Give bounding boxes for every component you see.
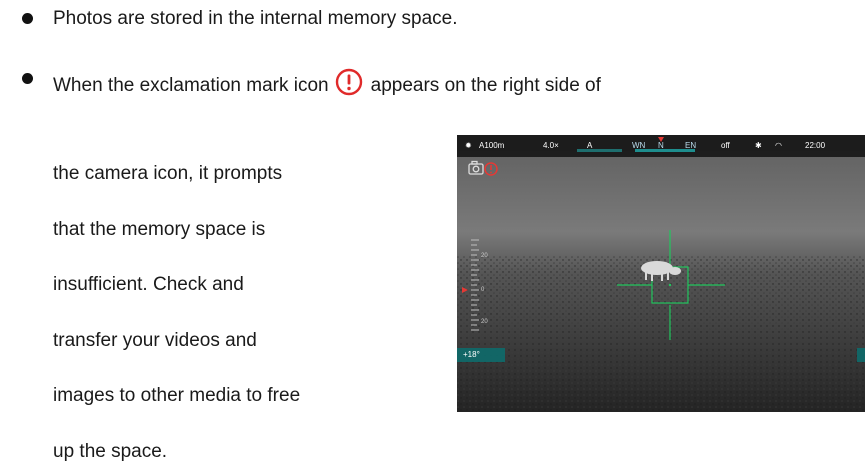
thermal-scene — [457, 135, 865, 412]
scale-mid-label: 0 — [481, 287, 485, 293]
bullet-text: When the exclamation mark icon appears on… — [53, 68, 601, 104]
bullet-text-start: When the exclamation mark icon — [53, 75, 329, 97]
paragraph-line: up the space. — [53, 441, 168, 462]
zoom-readout: 4.0× — [543, 141, 559, 150]
bullet-dot — [22, 73, 33, 84]
paragraph-line: insufficient. Check and — [53, 274, 244, 295]
thermal-view-screenshot: ✹ A100m 4.0× A WN N EN off ✱ ◠ 22:00 20 … — [457, 135, 865, 412]
scale-bottom-label: 20 — [481, 319, 488, 325]
compass-en: EN — [685, 141, 697, 150]
bullet-dot — [22, 13, 33, 24]
paragraph-line: images to other media to free — [53, 385, 301, 406]
wifi-off-label: off — [721, 141, 730, 150]
brightness-icon: ✹ — [465, 141, 472, 150]
bullet-text-end: appears on the right side of — [370, 75, 601, 97]
bluetooth-icon: ✱ — [755, 141, 762, 150]
paragraph-line: transfer your videos and — [53, 330, 257, 351]
paragraph-line: that the memory space is — [53, 219, 266, 240]
wifi-icon: ◠ — [775, 141, 782, 150]
paragraph-line: the camera icon, it prompts — [53, 163, 283, 184]
compass-wn: WN — [632, 141, 646, 150]
hud-overlay: ✹ A100m 4.0× A WN N EN off ✱ ◠ 22:00 — [457, 135, 865, 157]
mode-readout: A — [587, 141, 593, 150]
exclamation-circle-icon — [335, 68, 363, 102]
clock-readout: 22:00 — [805, 141, 826, 150]
angle-readout: +18° — [463, 350, 480, 359]
compass-n: N — [658, 141, 664, 150]
bullet-text: Photos are stored in the internal memory… — [53, 8, 458, 29]
scale-top-label: 20 — [481, 253, 488, 259]
range-readout: A100m — [479, 141, 505, 150]
